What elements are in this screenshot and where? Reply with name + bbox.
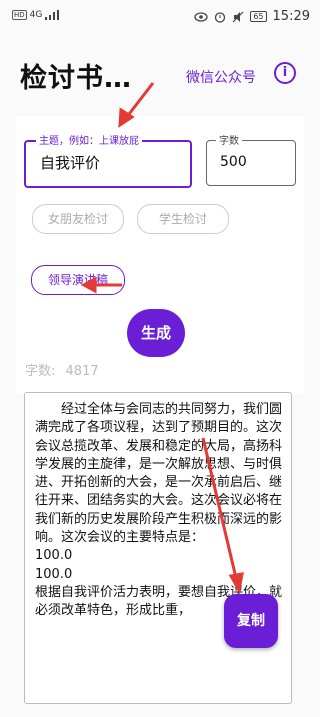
signal-icon: [45, 10, 60, 20]
topic-input-value[interactable]: 自我评价: [40, 152, 100, 173]
topic-input-label: 主题，例如：上课放屁: [36, 132, 142, 147]
clock: 15:29: [272, 9, 310, 24]
hd-icon: HD: [12, 10, 27, 20]
chip-student-apology[interactable]: 学生检讨: [137, 204, 229, 234]
chip-leader-speech[interactable]: 领导演讲稿: [31, 265, 125, 295]
status-right: 65 15:29: [194, 9, 310, 24]
mute-icon: [232, 11, 244, 22]
alarm-icon: [215, 11, 226, 23]
word-count-input-label: 字数: [216, 132, 242, 147]
app-header: 检讨书… 微信公众号 i: [0, 50, 320, 100]
copy-button[interactable]: 复制: [224, 594, 278, 648]
word-count-value: 4817: [65, 364, 99, 379]
output-text-area[interactable]: 经过全体与会同志的共同努力，我们圆满完成了各项议程，达到了预期目的。这次会议总揽…: [24, 392, 292, 704]
generated-text: 经过全体与会同志的共同努力，我们圆满完成了各项议程，达到了预期目的。这次会议总揽…: [35, 402, 283, 619]
word-count-display: 字数: 4817: [25, 360, 99, 379]
chip-girlfriend-apology[interactable]: 女朋友检讨: [32, 204, 124, 234]
word-count-input-value[interactable]: 500: [220, 154, 247, 170]
network-type: 4G: [29, 10, 43, 20]
page-title: 检讨书…: [20, 63, 132, 94]
eye-icon: [194, 11, 208, 22]
signal-indicators: HD 4G: [12, 10, 60, 20]
word-count-label: 字数:: [25, 364, 56, 379]
status-bar: HD 4G 65 15:29: [0, 0, 320, 34]
wechat-account-link[interactable]: 微信公众号: [186, 67, 256, 87]
battery-icon: 65: [250, 11, 267, 22]
info-icon[interactable]: i: [274, 62, 296, 84]
generate-button[interactable]: 生成: [127, 309, 185, 357]
